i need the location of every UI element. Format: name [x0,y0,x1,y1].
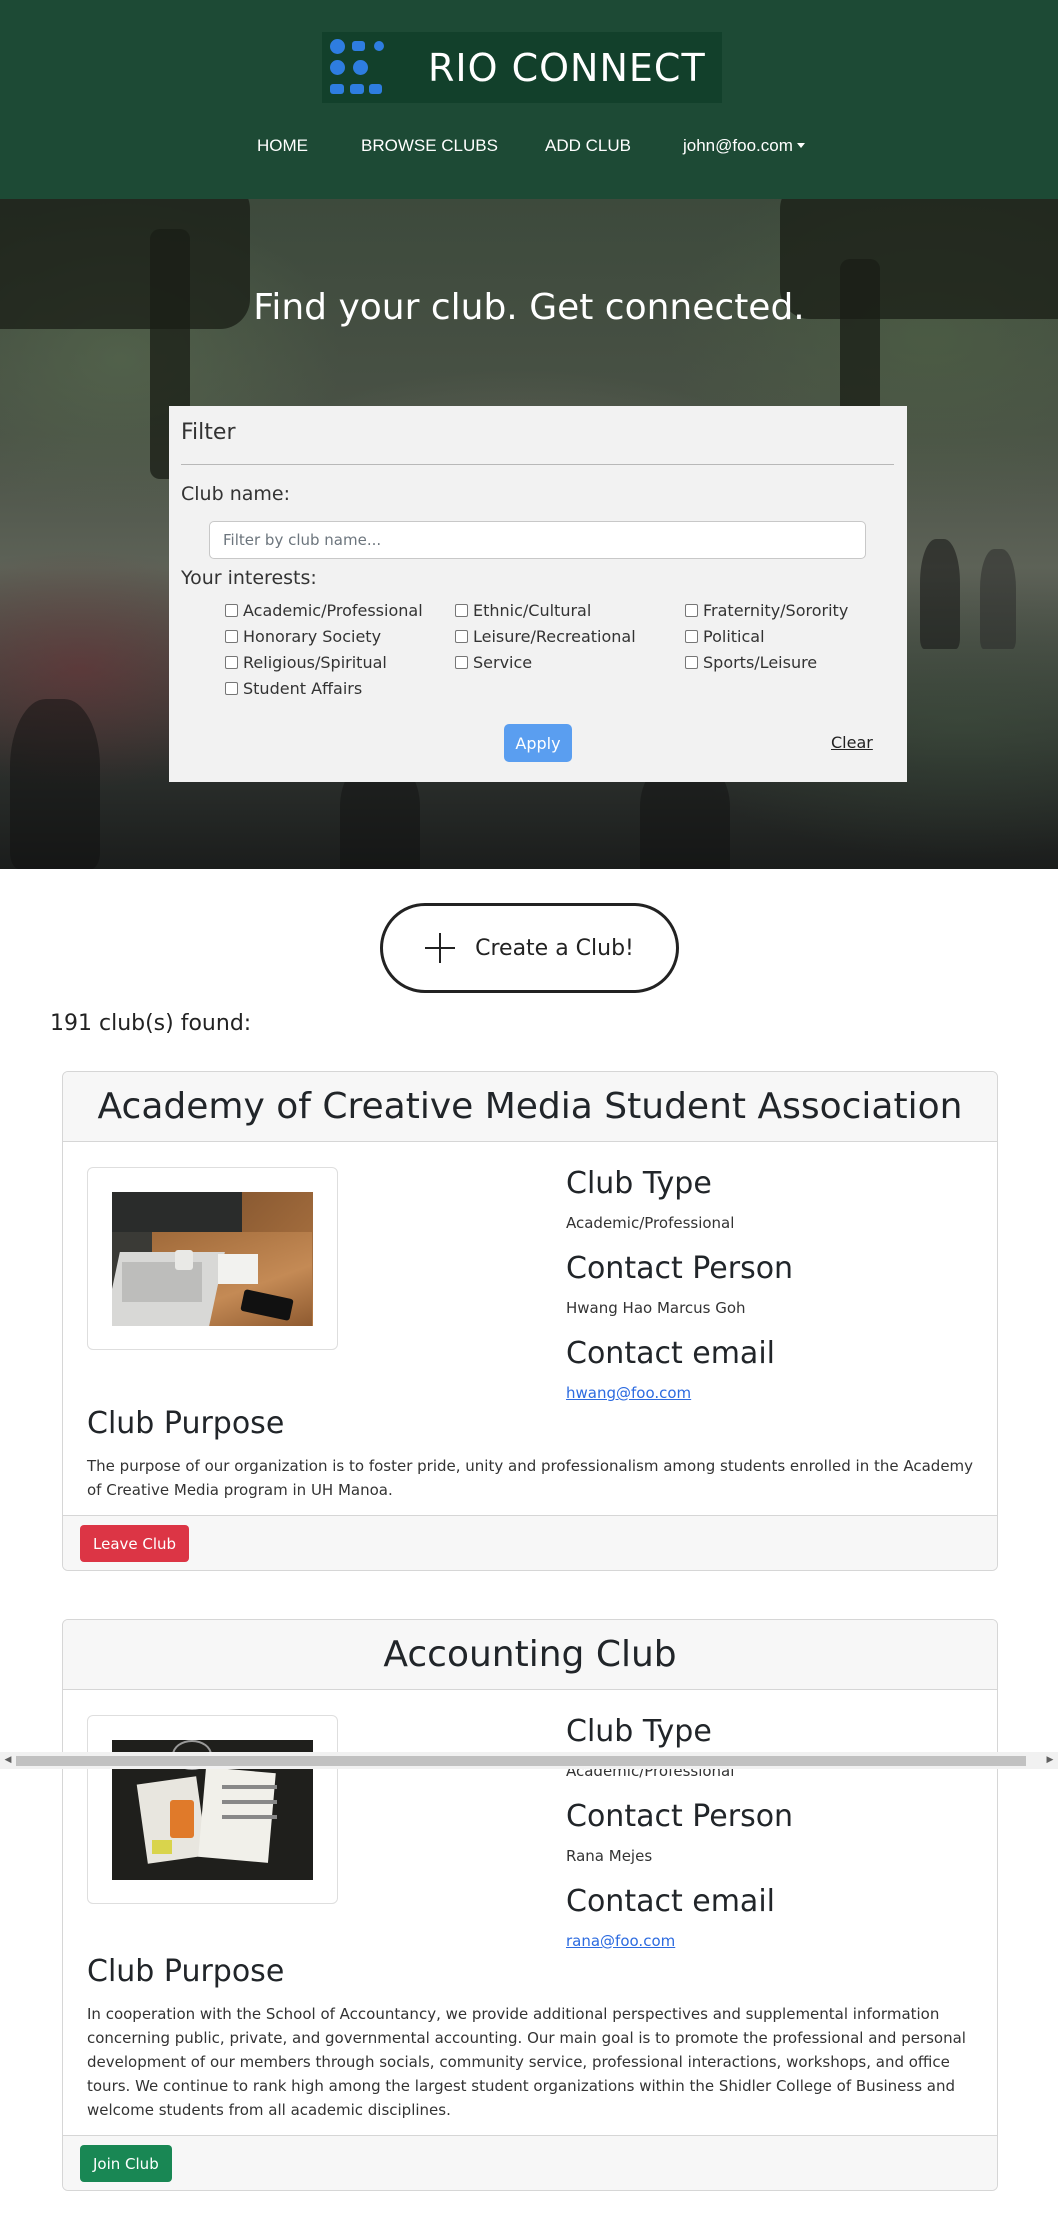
scrollbar-thumb[interactable] [16,1756,1026,1766]
join-club-button[interactable]: Join Club [80,2145,172,2182]
apply-filter-button[interactable]: Apply [504,724,572,762]
club-image-laptop-desk [112,1192,313,1326]
checkbox-icon[interactable] [225,630,238,643]
interest-label: Leisure/Recreational [473,627,636,646]
horizontal-scrollbar[interactable]: ◀ ▶ [0,1752,1058,1769]
interest-checkbox-leisure-recreational[interactable]: Leisure/Recreational [455,627,636,646]
interest-checkbox-sports-leisure[interactable]: Sports/Leisure [685,653,817,672]
checkbox-icon[interactable] [225,656,238,669]
filter-divider [181,464,894,465]
filter-title: Filter [181,420,236,445]
checkbox-icon[interactable] [685,630,698,643]
interest-label: Honorary Society [243,627,382,646]
interest-label: Service [473,653,533,672]
club-image-frame [87,1167,338,1350]
caret-down-icon [796,143,805,148]
club-type-value: Academic/Professional [566,1214,735,1232]
checkbox-icon[interactable] [225,682,238,695]
contact-person-value: Rana Mejes [566,1847,653,1865]
interests-label: Your interests: [181,567,317,589]
scroll-right-arrow-icon[interactable]: ▶ [1042,1752,1058,1769]
club-name: Accounting Club [63,1620,997,1690]
contact-email-heading: Contact email [566,1884,775,1919]
club-card: Accounting Club Club Type Academic/Profe… [62,1619,998,2191]
interest-label: Student Affairs [243,679,363,698]
brand-logo[interactable]: RIO CONNECT [322,32,722,103]
contact-email-heading: Contact email [566,1336,775,1371]
contact-email-link[interactable]: hwang@foo.com [566,1384,691,1402]
club-card: Academy of Creative Media Student Associ… [62,1071,998,1571]
interest-label: Political [703,627,765,646]
contact-person-heading: Contact Person [566,1251,794,1286]
interest-checkbox-student-affairs[interactable]: Student Affairs [225,679,362,698]
club-purpose-heading: Club Purpose [87,1406,285,1441]
checkbox-icon[interactable] [685,604,698,617]
main-nav: HOME BROWSE CLUBS ADD CLUB john@foo.com [0,136,1058,160]
plus-icon [425,933,456,963]
interest-checkbox-ethnic-cultural[interactable]: Ethnic/Cultural [455,601,591,620]
club-name-label: Club name: [181,483,290,505]
interest-checkbox-service[interactable]: Service [455,653,532,672]
user-email: john@foo.com [683,136,793,155]
hero-banner: Find your club. Get connected. Filter Cl… [0,199,1058,869]
nav-add-club[interactable]: ADD CLUB [545,136,631,156]
interest-checkbox-academic-professional[interactable]: Academic/Professional [225,601,423,620]
interest-label: Academic/Professional [243,601,423,620]
contact-person-value: Hwang Hao Marcus Goh [566,1299,746,1317]
club-purpose-heading: Club Purpose [87,1954,285,1989]
interest-checkbox-honorary-society[interactable]: Honorary Society [225,627,381,646]
checkbox-icon[interactable] [455,604,468,617]
nav-home[interactable]: HOME [257,136,308,156]
interest-label: Ethnic/Cultural [473,601,592,620]
clear-filter-link[interactable]: Clear [831,733,873,752]
hero-title: Find your club. Get connected. [253,287,805,328]
club-image-frame [87,1715,338,1904]
contact-email-link[interactable]: rana@foo.com [566,1932,675,1950]
create-club-button[interactable]: Create a Club! [380,903,679,993]
interest-checkbox-fraternity-sorority[interactable]: Fraternity/Sorority [685,601,848,620]
interest-checkbox-religious-spiritual[interactable]: Religious/Spiritual [225,653,387,672]
checkbox-icon[interactable] [455,656,468,669]
club-purpose-text: In cooperation with the School of Accoun… [87,2005,966,2119]
create-club-label: Create a Club! [475,935,634,961]
club-type-heading: Club Type [566,1714,712,1749]
checkbox-icon[interactable] [455,630,468,643]
scroll-left-arrow-icon[interactable]: ◀ [0,1752,16,1769]
card-footer: Leave Club [63,1515,997,1570]
checkbox-icon[interactable] [685,656,698,669]
club-name: Academy of Creative Media Student Associ… [63,1072,997,1142]
contact-person-heading: Contact Person [566,1799,794,1834]
card-footer: Join Club [63,2135,997,2190]
leave-club-button[interactable]: Leave Club [80,1525,190,1562]
club-count: 191 club(s) found: [50,1011,252,1036]
interest-label: Fraternity/Sorority [703,601,849,620]
filter-panel: Filter Club name: Your interests: Academ… [169,406,907,782]
logo-mark-icon [322,32,408,103]
interest-label: Religious/Spiritual [243,653,387,672]
brand-name: RIO CONNECT [428,45,706,90]
top-navbar: RIO CONNECT HOME BROWSE CLUBS ADD CLUB j… [0,0,1058,199]
nav-browse-clubs[interactable]: BROWSE CLUBS [361,136,498,156]
club-purpose-text: The purpose of our organization is to fo… [87,1457,974,1499]
nav-user-dropdown[interactable]: john@foo.com [683,136,805,156]
interest-checkbox-political[interactable]: Political [685,627,765,646]
checkbox-icon[interactable] [225,604,238,617]
club-name-filter-input[interactable] [209,521,866,559]
club-type-heading: Club Type [566,1166,712,1201]
interest-label: Sports/Leisure [703,653,818,672]
